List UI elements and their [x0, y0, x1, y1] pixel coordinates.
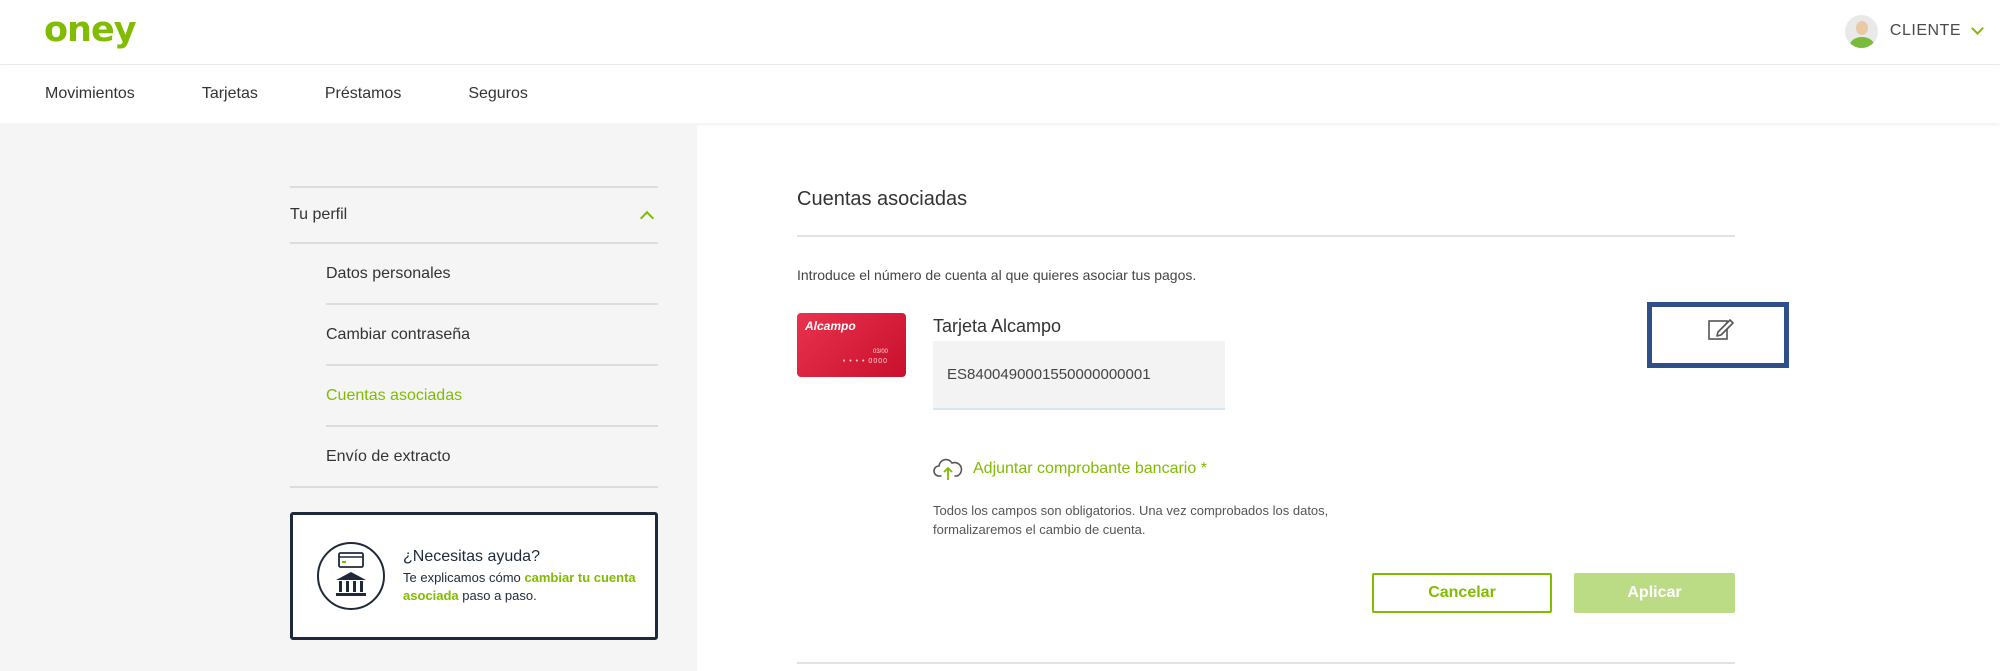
sidebar-item-envio-extracto[interactable]: Envío de extracto [290, 427, 658, 488]
sidebar-item-cambiar-contrasena[interactable]: Cambiar contraseña [326, 305, 658, 366]
iban-field[interactable] [933, 341, 1225, 410]
card-name: Tarjeta Alcampo [933, 316, 1062, 336]
cloud-upload-icon [933, 458, 963, 480]
apply-button[interactable]: Aplicar [1574, 573, 1735, 613]
help-text-before: Te explicamos cómo [403, 569, 525, 585]
card-number: • • • • 0000 [842, 358, 888, 365]
attach-receipt-link[interactable]: Adjuntar comprobante bancario * [933, 457, 1207, 481]
sidebar-panel: Tu perfil Datos personales Cambiar contr… [0, 123, 697, 671]
chevron-down-icon[interactable] [1971, 21, 1984, 35]
avatar[interactable] [1844, 14, 1878, 48]
bank-icon [317, 542, 385, 610]
profile-menu-title: Tu perfil [290, 206, 348, 223]
help-text: ¿Necesitas ayuda? Te explicamos cómo cam… [403, 548, 655, 605]
avatar-body-shape [1849, 36, 1874, 48]
help-body: Te explicamos cómo cambiar tu cuenta aso… [403, 569, 655, 605]
profile-menu: Tu perfil Datos personales Cambiar contr… [290, 186, 658, 488]
top-bar: oney CLIENTE [0, 0, 2000, 65]
page-title: Cuentas asociadas [797, 188, 968, 210]
nav-item-seguros[interactable]: Seguros [468, 85, 528, 103]
nav-item-prestamos[interactable]: Préstamos [325, 85, 401, 103]
profile-menu-header[interactable]: Tu perfil [290, 186, 658, 244]
card-brand: Alcampo [805, 319, 856, 333]
card-image: Alcampo 03/00 • • • • 0000 [797, 313, 906, 377]
avatar-head-shape [1855, 20, 1868, 35]
help-title: ¿Necesitas ayuda? [403, 547, 540, 565]
required-fields-note: Todos los campos son obligatorios. Una v… [933, 503, 1329, 537]
attach-receipt-label[interactable]: Adjuntar comprobante bancario * [973, 460, 1207, 478]
iban-input[interactable] [947, 366, 1217, 383]
oney-logo[interactable]: oney [44, 10, 137, 50]
intro-text: Introduce el número de cuenta al que qui… [797, 267, 1197, 283]
title-divider [797, 235, 1735, 237]
help-text-after: paso a paso. [458, 587, 537, 603]
help-box[interactable]: ¿Necesitas ayuda? Te explicamos cómo cam… [290, 512, 658, 640]
nav-item-tarjetas[interactable]: Tarjetas [202, 85, 258, 103]
bottom-divider [797, 662, 1735, 664]
edit-button-highlight[interactable] [1647, 302, 1789, 368]
nav-item-movimientos[interactable]: Movimientos [45, 85, 135, 103]
cancel-button[interactable]: Cancelar [1372, 573, 1552, 613]
main-nav: Movimientos Tarjetas Préstamos Seguros [0, 65, 2000, 123]
card-date: 03/00 [872, 349, 888, 355]
sidebar-item-cuentas-asociadas[interactable]: Cuentas asociadas [326, 366, 658, 427]
edit-icon[interactable] [1708, 317, 1734, 341]
chevron-up-icon[interactable] [639, 210, 655, 226]
user-label[interactable]: CLIENTE [1890, 22, 1961, 40]
user-menu[interactable]: CLIENTE [1844, 14, 1984, 48]
sidebar-item-datos-personales[interactable]: Datos personales [326, 244, 658, 305]
